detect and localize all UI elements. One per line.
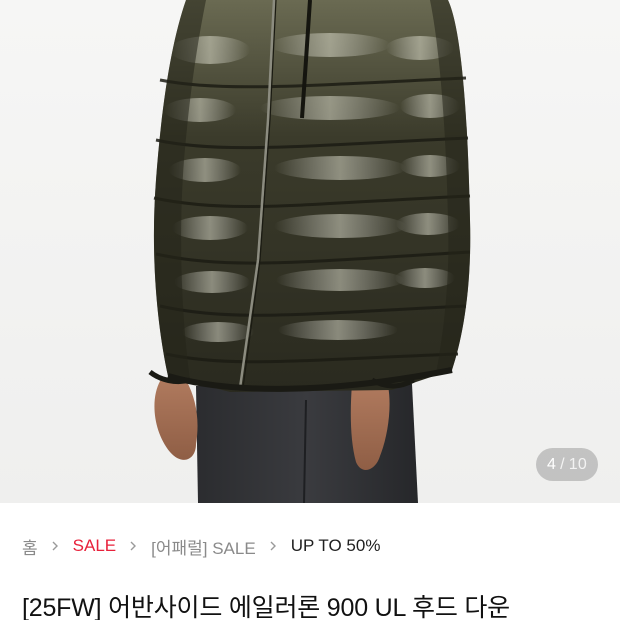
breadcrumb-up-to-50-link[interactable]: UP TO 50% (291, 536, 381, 556)
product-detail-page: 4 / 10 홈 SALE [어패럴] SALE UP TO 50% [25FW… (0, 0, 620, 620)
breadcrumb-sale-link[interactable]: SALE (73, 536, 116, 556)
product-image-gallery[interactable]: 4 / 10 (0, 0, 620, 503)
image-counter-current: 4 (547, 455, 557, 473)
breadcrumb: 홈 SALE [어패럴] SALE UP TO 50% (22, 534, 380, 558)
image-counter-separator: / (560, 455, 565, 473)
image-counter-total: 10 (568, 455, 587, 473)
chevron-right-icon (270, 541, 276, 551)
breadcrumb-home-link[interactable]: 홈 (22, 534, 38, 559)
chevron-right-icon (52, 541, 58, 551)
chevron-right-icon (130, 541, 137, 551)
product-title: [25FW] 어반사이드 에일러론 900 UL 후드 다운 (22, 594, 510, 620)
image-counter-badge: 4 / 10 (536, 448, 598, 481)
breadcrumb-apparel-sale-link[interactable]: [어패럴] SALE (151, 534, 256, 559)
product-image (0, 0, 620, 503)
